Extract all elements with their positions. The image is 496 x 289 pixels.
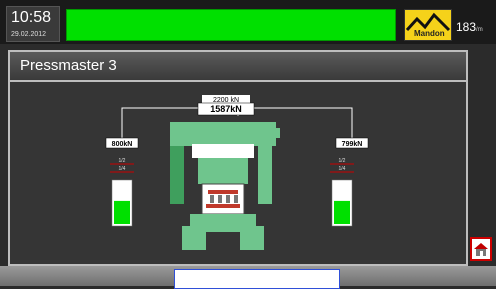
left-gauge: 1/2 1/4	[110, 158, 134, 227]
right-gauge-fill	[334, 200, 350, 224]
press-bed-opening	[206, 232, 240, 250]
press-crown	[170, 122, 276, 146]
press-left-column	[170, 146, 184, 204]
bottom-input-field[interactable]	[174, 269, 340, 289]
right-scale-top: 1/2	[339, 158, 346, 164]
left-force-text: 800kN	[112, 141, 133, 148]
right-force-label: 799kN	[335, 137, 369, 149]
press-panel: Pressmaster 3 2200 kN 1587kN 800kN 1/2 1…	[8, 50, 468, 266]
stroke-counter: 183/m	[456, 20, 483, 34]
clock-date: 29.02.2012	[11, 31, 47, 38]
press-side-block	[272, 128, 280, 138]
clock-display: 10:58 29.02.2012	[6, 6, 60, 42]
bottom-bar	[0, 266, 496, 289]
total-force-label: 1587kN	[197, 102, 255, 116]
max-force-label: 2200 kN	[202, 95, 250, 104]
top-bar: 10:58 29.02.2012 Mandon 183/m	[0, 0, 496, 44]
mandon-logo: Mandon	[404, 9, 452, 41]
press-diagram: 2200 kN 1587kN 800kN 1/2 1/4 799kN 1/2 1…	[105, 95, 369, 250]
press-machine	[170, 122, 280, 250]
total-force-text: 1587kN	[210, 104, 242, 114]
left-scale-mid: 1/4	[119, 166, 126, 172]
left-force-label: 800kN	[105, 137, 139, 149]
left-gauge-fill	[114, 200, 130, 224]
press-ram	[198, 158, 248, 184]
panel-header: Pressmaster 3	[10, 52, 466, 82]
right-scale-mid: 1/4	[339, 166, 346, 172]
home-icon	[474, 243, 488, 256]
logo-text: Mandon	[414, 29, 445, 38]
clock-time: 10:58	[11, 9, 52, 26]
right-gauge: 1/2 1/4	[330, 158, 354, 227]
left-scale-top: 1/2	[119, 158, 126, 164]
home-button[interactable]	[470, 237, 492, 261]
panel-title: Pressmaster 3	[20, 57, 117, 74]
right-force-text: 799kN	[342, 141, 363, 148]
press-bolster	[190, 214, 256, 226]
counter-value: 183	[456, 20, 477, 34]
press-slide	[192, 144, 254, 158]
status-bar	[66, 9, 396, 41]
counter-unit: /m	[476, 27, 483, 33]
press-right-column	[258, 146, 272, 204]
